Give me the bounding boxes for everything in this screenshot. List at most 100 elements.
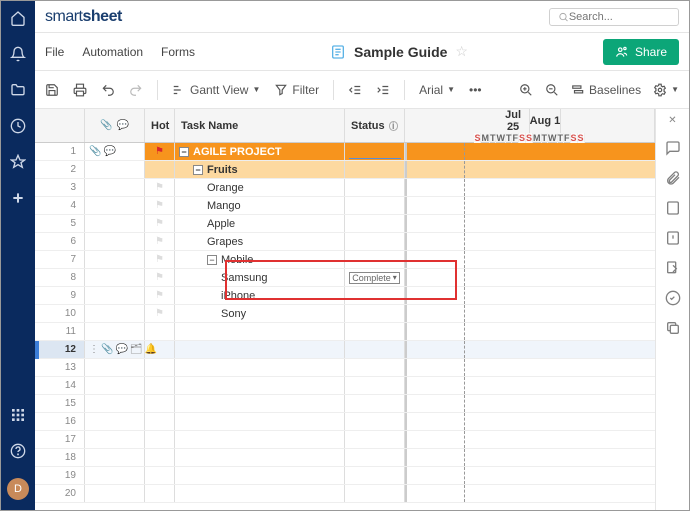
status-cell[interactable] bbox=[345, 413, 405, 430]
gantt-cell[interactable] bbox=[405, 269, 655, 286]
status-cell[interactable] bbox=[345, 377, 405, 394]
zoom-in-button[interactable] bbox=[519, 83, 533, 97]
conversations-icon[interactable] bbox=[665, 140, 681, 156]
row-action-icon[interactable]: 📎 bbox=[101, 344, 113, 355]
task-cell[interactable] bbox=[175, 359, 345, 376]
menu-forms[interactable]: Forms bbox=[161, 45, 195, 59]
row-number[interactable]: 6 bbox=[35, 233, 85, 250]
collapse-toggle[interactable]: − bbox=[179, 147, 189, 157]
table-row[interactable]: 15 bbox=[35, 395, 655, 413]
hot-cell[interactable]: ⚑ bbox=[145, 143, 175, 160]
row-number[interactable]: 3 bbox=[35, 179, 85, 196]
settings-button[interactable]: ▼ bbox=[653, 83, 679, 97]
view-switcher[interactable]: Gantt View ▼ bbox=[172, 83, 260, 97]
search-input[interactable] bbox=[569, 11, 670, 23]
task-cell[interactable] bbox=[175, 413, 345, 430]
row-number[interactable]: 9 bbox=[35, 287, 85, 304]
row-number[interactable]: 19 bbox=[35, 467, 85, 484]
task-cell[interactable] bbox=[175, 431, 345, 448]
table-row[interactable]: 8⚑SamsungComplete▾ bbox=[35, 269, 655, 287]
status-cell[interactable] bbox=[345, 179, 405, 196]
undo-button[interactable] bbox=[101, 83, 115, 97]
gantt-cell[interactable] bbox=[405, 251, 655, 268]
collapse-toggle[interactable]: − bbox=[193, 165, 203, 175]
table-row[interactable]: 5⚑Apple bbox=[35, 215, 655, 233]
status-cell[interactable] bbox=[345, 323, 405, 340]
gantt-cell[interactable] bbox=[405, 197, 655, 214]
gantt-cell[interactable] bbox=[405, 323, 655, 340]
add-icon[interactable] bbox=[9, 189, 27, 207]
copy-icon[interactable] bbox=[665, 320, 681, 336]
task-cell[interactable] bbox=[175, 341, 345, 358]
hot-cell[interactable]: ⚑ bbox=[145, 197, 175, 214]
search-box[interactable] bbox=[549, 8, 679, 26]
gantt-cell[interactable] bbox=[405, 449, 655, 466]
status-cell[interactable] bbox=[345, 215, 405, 232]
publish-icon[interactable] bbox=[665, 260, 681, 276]
row-number[interactable]: 20 bbox=[35, 485, 85, 502]
gantt-cell[interactable] bbox=[405, 485, 655, 502]
status-cell[interactable] bbox=[345, 197, 405, 214]
hot-cell[interactable]: ⚑ bbox=[145, 179, 175, 196]
task-cell[interactable] bbox=[175, 323, 345, 340]
comment-icon[interactable]: 💬 bbox=[103, 146, 115, 157]
sheet[interactable]: 📎 💬 Hot Task Name Statusi Jul 25Aug 1 SM… bbox=[35, 109, 655, 510]
row-number[interactable]: 2 bbox=[35, 161, 85, 178]
folder-icon[interactable] bbox=[9, 81, 27, 99]
table-row[interactable]: 3 ⚑Orange bbox=[35, 179, 655, 197]
gantt-cell[interactable] bbox=[405, 377, 655, 394]
help-icon[interactable] bbox=[9, 442, 27, 460]
hot-cell[interactable] bbox=[145, 413, 175, 430]
task-cell[interactable]: Orange bbox=[175, 179, 345, 196]
hot-cell[interactable]: ⚑ bbox=[145, 233, 175, 250]
status-cell[interactable] bbox=[345, 161, 405, 178]
row-action-icon[interactable]: ⋮ bbox=[89, 344, 99, 355]
hot-cell[interactable]: ⚑ bbox=[145, 305, 175, 322]
close-icon[interactable]: ✕ bbox=[668, 115, 676, 126]
redo-button[interactable] bbox=[129, 83, 143, 97]
table-row[interactable]: 2−Fruits bbox=[35, 161, 655, 179]
gantt-cell[interactable] bbox=[405, 161, 655, 178]
row-number[interactable]: 14 bbox=[35, 377, 85, 394]
notifications-icon[interactable] bbox=[9, 45, 27, 63]
gantt-cell[interactable] bbox=[405, 467, 655, 484]
col-status[interactable]: Status bbox=[351, 120, 385, 132]
table-row[interactable]: 18 bbox=[35, 449, 655, 467]
more-button[interactable]: ••• bbox=[469, 83, 482, 97]
task-cell[interactable]: Apple bbox=[175, 215, 345, 232]
status-cell[interactable] bbox=[345, 287, 405, 304]
row-action-icon[interactable]: 💬 bbox=[115, 344, 127, 355]
flag-icon[interactable]: ⚑ bbox=[155, 290, 164, 301]
hot-cell[interactable] bbox=[145, 485, 175, 502]
table-row[interactable]: 6⚑Grapes bbox=[35, 233, 655, 251]
hot-cell[interactable]: ⚑ bbox=[145, 269, 175, 286]
status-cell[interactable] bbox=[345, 485, 405, 502]
menu-automation[interactable]: Automation bbox=[82, 45, 143, 59]
save-button[interactable] bbox=[45, 83, 59, 97]
task-cell[interactable]: Samsung bbox=[175, 269, 345, 286]
row-number[interactable]: 8 bbox=[35, 269, 85, 286]
hot-cell[interactable] bbox=[145, 467, 175, 484]
attachments-icon[interactable] bbox=[665, 170, 681, 186]
table-row[interactable]: 13 bbox=[35, 359, 655, 377]
flag-icon[interactable]: ⚑ bbox=[155, 272, 164, 283]
hot-cell[interactable]: ⚑ bbox=[145, 215, 175, 232]
table-row[interactable]: 10⚑Sony bbox=[35, 305, 655, 323]
proofs-icon[interactable] bbox=[665, 200, 681, 216]
gantt-cell[interactable] bbox=[405, 287, 655, 304]
activity-icon[interactable] bbox=[665, 290, 681, 306]
flag-icon[interactable]: ⚑ bbox=[155, 308, 164, 319]
row-number[interactable]: 4 bbox=[35, 197, 85, 214]
attachments-col-icon[interactable]: 📎 bbox=[100, 120, 112, 131]
row-number[interactable]: 18 bbox=[35, 449, 85, 466]
zoom-out-button[interactable] bbox=[545, 83, 559, 97]
task-cell[interactable] bbox=[175, 449, 345, 466]
status-cell[interactable] bbox=[345, 233, 405, 250]
status-cell[interactable] bbox=[345, 359, 405, 376]
hot-cell[interactable] bbox=[145, 359, 175, 376]
table-row[interactable]: 11 bbox=[35, 323, 655, 341]
task-cell[interactable] bbox=[175, 395, 345, 412]
flag-icon[interactable]: ⚑ bbox=[155, 254, 164, 265]
task-cell[interactable] bbox=[175, 467, 345, 484]
hot-cell[interactable]: ⚑ bbox=[145, 251, 175, 268]
